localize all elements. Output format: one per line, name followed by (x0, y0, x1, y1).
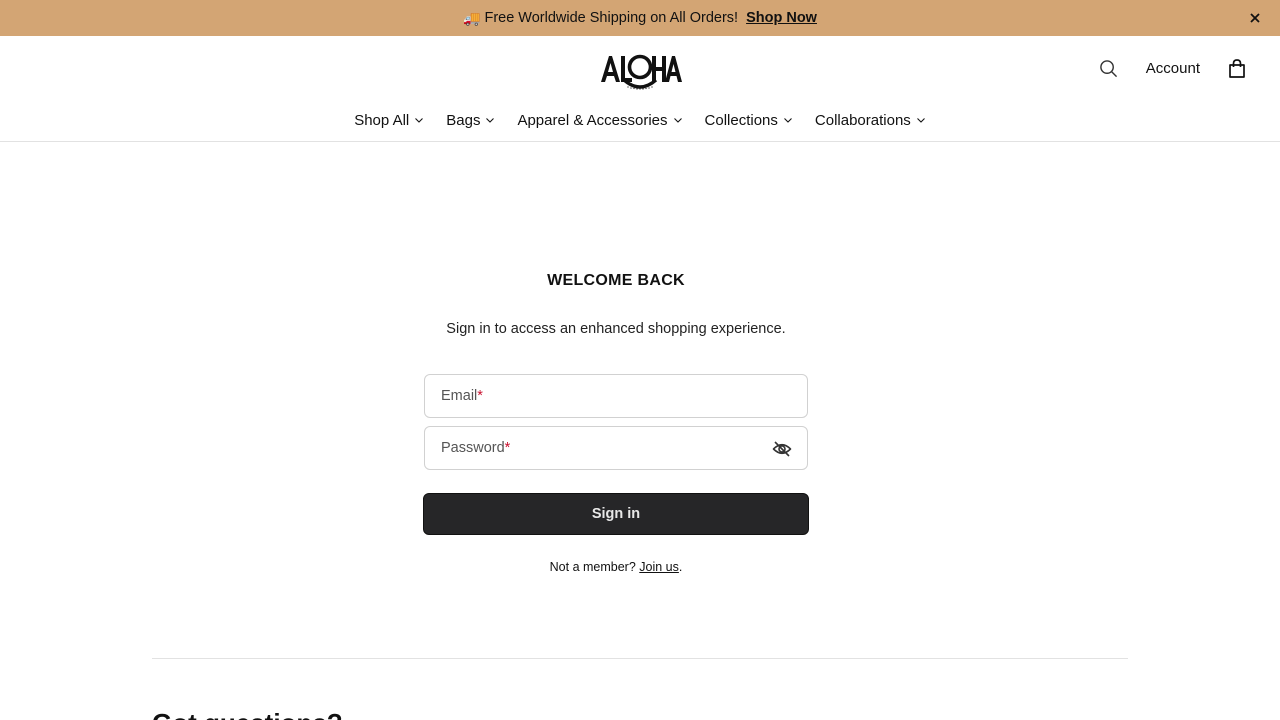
password-field[interactable]: Password * (424, 426, 808, 470)
nav-item-label: Shop All (354, 111, 410, 129)
page-subtitle: Sign in to access an enhanced shopping e… (446, 321, 786, 337)
page-title: WELCOME BACK (547, 272, 685, 289)
site-header: Account Shop All Bags Apparel & Accessor… (0, 36, 1280, 142)
nav-item-label: Collaborations (814, 111, 911, 129)
member-prompt-period: . (678, 560, 683, 574)
email-label: Email (441, 388, 478, 404)
main-navigation: Shop All Bags Apparel & Accessories Coll… (0, 108, 1280, 132)
search-button[interactable] (1098, 57, 1120, 79)
cart-button[interactable] (1226, 57, 1248, 79)
chevron-down-icon (784, 118, 792, 123)
header-actions: Account (1098, 56, 1248, 80)
chevron-down-icon (916, 118, 925, 123)
required-mark: * (477, 388, 483, 404)
toggle-password-visibility-button[interactable] (771, 438, 793, 460)
close-icon (1250, 13, 1260, 23)
nav-item-shop-all[interactable]: Shop All (354, 108, 424, 132)
bag-icon (1229, 58, 1245, 78)
member-prompt-text: Not a member? (549, 560, 640, 574)
required-mark: * (504, 440, 511, 456)
search-icon (1100, 59, 1118, 77)
questions-heading: Got questions? (152, 708, 343, 720)
aloha-logo[interactable] (598, 46, 682, 90)
nav-item-label: Bags (446, 111, 481, 129)
chevron-down-icon (673, 118, 682, 123)
account-link[interactable]: Account (1146, 60, 1200, 77)
truck-icon: 🚚 (463, 9, 481, 26)
password-label: Password (441, 440, 505, 456)
chevron-down-icon (415, 118, 424, 123)
nav-item-label: Apparel & Accessories (517, 111, 668, 129)
close-announcement-button[interactable] (1246, 9, 1264, 27)
section-divider (152, 658, 1128, 659)
nav-item-label: Collections (704, 111, 778, 129)
email-field[interactable]: Email * (424, 374, 808, 418)
chevron-down-icon (486, 118, 495, 123)
aloha-logo-mark (601, 54, 682, 90)
eye-off-icon (772, 441, 792, 457)
nav-item-collaborations[interactable]: Collaborations (815, 108, 926, 132)
shop-now-link[interactable]: Shop Now (746, 10, 817, 26)
nav-item-bags[interactable]: Bags (446, 108, 495, 132)
join-us-link[interactable]: Join us (639, 560, 679, 574)
announcement-bar: 🚚 Free Worldwide Shipping on All Orders!… (0, 0, 1280, 36)
member-prompt: Not a member? Join us. (424, 560, 808, 574)
login-section: WELCOME BACK Sign in to access an enhanc… (0, 142, 1280, 720)
sign-in-button[interactable]: Sign in (423, 493, 809, 535)
nav-item-collections[interactable]: Collections (705, 108, 793, 132)
nav-item-apparel-accessories[interactable]: Apparel & Accessories (517, 108, 682, 132)
announcement-text: Free Worldwide Shipping on All Orders! (484, 10, 739, 26)
